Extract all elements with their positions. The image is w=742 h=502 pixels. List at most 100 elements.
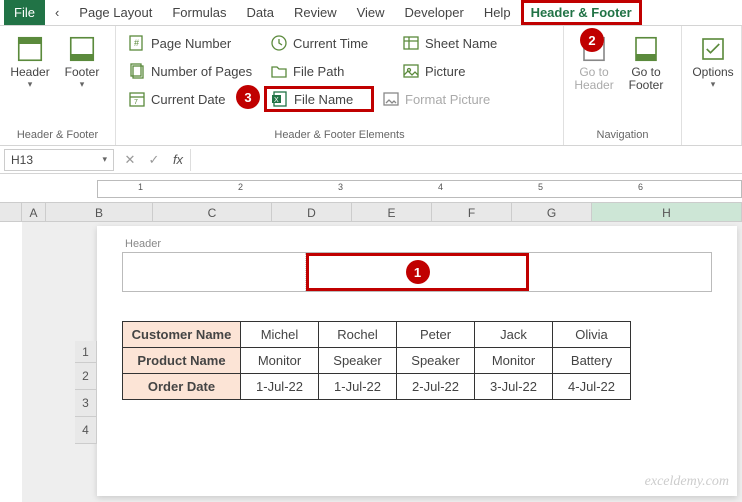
page-number-button[interactable]: # Page Number (122, 30, 262, 56)
name-box-value: H13 (11, 153, 33, 167)
table-cell[interactable]: 3-Jul-22 (475, 374, 553, 400)
options-button[interactable]: Options ▾ (688, 30, 738, 94)
page-number-icon: # (128, 34, 146, 52)
data-table: Customer Name Michel Rochel Peter Jack O… (122, 321, 631, 400)
tab-review[interactable]: Review (284, 0, 347, 25)
table-cell[interactable]: Michel (241, 322, 319, 348)
header-center-segment[interactable]: 1 (306, 253, 530, 291)
row-label[interactable]: Customer Name (123, 322, 241, 348)
table-cell[interactable]: Rochel (319, 322, 397, 348)
current-time-button[interactable]: Current Time (264, 30, 394, 56)
svg-text:7: 7 (134, 99, 138, 106)
cancel-icon: ✕ (118, 149, 142, 171)
name-box[interactable]: H13 ▾ (4, 149, 114, 171)
header-right-segment[interactable] (529, 253, 711, 291)
table-cell[interactable]: Speaker (319, 348, 397, 374)
format-picture-icon (382, 90, 400, 108)
table-cell[interactable]: 4-Jul-22 (553, 374, 631, 400)
tab-scroll-left[interactable]: ‹ (45, 0, 69, 25)
tab-file[interactable]: File (4, 0, 45, 25)
page-layout-area: 1 2 3 4 Header 1 Customer Name Michel Ro… (22, 222, 742, 502)
picture-button[interactable]: Picture (396, 58, 516, 84)
file-name-button[interactable]: X File Name (264, 86, 374, 112)
ribbon-tabs: File ‹ Page Layout Formulas Data Review … (0, 0, 742, 26)
format-picture-label: Format Picture (405, 92, 490, 107)
picture-icon (402, 62, 420, 80)
tab-view[interactable]: View (347, 0, 395, 25)
table-cell[interactable]: Jack (475, 322, 553, 348)
col-header[interactable]: H (592, 203, 742, 221)
tab-developer[interactable]: Developer (395, 0, 474, 25)
step-1-badge: 1 (406, 260, 430, 284)
sheet-name-button[interactable]: Sheet Name (396, 30, 516, 56)
table-cell[interactable]: Monitor (475, 348, 553, 374)
tab-formulas[interactable]: Formulas (162, 0, 236, 25)
group-label-elements: Header & Footer Elements (122, 127, 557, 143)
formula-bar[interactable] (190, 149, 742, 171)
watermark: exceldemy.com (645, 474, 729, 490)
fx-icon[interactable]: fx (166, 149, 190, 171)
group-label-nav: Navigation (570, 127, 675, 143)
header-left-segment[interactable] (123, 253, 306, 291)
goto-header-label: Go to Header (574, 66, 613, 92)
row-header[interactable]: 4 (75, 417, 97, 444)
group-label-options (688, 139, 735, 143)
table-cell[interactable]: Monitor (241, 348, 319, 374)
file-path-button[interactable]: File Path (264, 58, 394, 84)
row-header[interactable]: 1 (75, 341, 97, 363)
current-time-label: Current Time (293, 36, 368, 51)
chevron-down-icon: ▾ (28, 79, 33, 90)
tab-header-footer[interactable]: Header & Footer (521, 0, 642, 25)
ruler-tick: 5 (538, 182, 543, 192)
table-cell[interactable]: 1-Jul-22 (319, 374, 397, 400)
ruler-tick: 3 (338, 182, 343, 192)
group-header-footer: Header ▾ Footer ▾ Header & Footer (0, 26, 116, 145)
col-header[interactable]: G (512, 203, 592, 221)
table-cell[interactable]: Speaker (397, 348, 475, 374)
page-header-box[interactable]: 1 (122, 252, 712, 292)
horizontal-ruler: 1 2 3 4 5 6 (97, 180, 742, 198)
clock-icon (270, 34, 288, 52)
format-picture-button: Format Picture (376, 86, 511, 112)
step-3-badge: 3 (236, 85, 260, 109)
chevron-down-icon: ▾ (102, 154, 107, 165)
select-all-corner[interactable] (0, 203, 22, 221)
row-header[interactable]: 2 (75, 363, 97, 390)
ruler-tick: 2 (238, 182, 243, 192)
page-number-label: Page Number (151, 36, 231, 51)
col-header[interactable]: B (46, 203, 153, 221)
file-name-label: File Name (294, 92, 353, 107)
row-header[interactable]: 3 (75, 390, 97, 417)
tab-help[interactable]: Help (474, 0, 521, 25)
col-header[interactable]: D (272, 203, 352, 221)
number-of-pages-button[interactable]: Number of Pages (122, 58, 262, 84)
sheet-name-label: Sheet Name (425, 36, 497, 51)
folder-icon (270, 62, 288, 80)
ruler-tick: 6 (638, 182, 643, 192)
formula-bar-row: H13 ▾ ✕ ✓ fx (0, 146, 742, 174)
tab-page-layout[interactable]: Page Layout (69, 0, 162, 25)
header-button[interactable]: Header ▾ (6, 30, 54, 94)
svg-text:X: X (274, 97, 279, 104)
col-header[interactable]: C (153, 203, 272, 221)
current-date-label: Current Date (151, 92, 225, 107)
goto-footer-icon (631, 34, 661, 64)
chevron-down-icon: ▾ (711, 79, 716, 90)
col-header[interactable]: E (352, 203, 432, 221)
table-cell[interactable]: Battery (553, 348, 631, 374)
table-cell[interactable]: 2-Jul-22 (397, 374, 475, 400)
goto-footer-button[interactable]: Go to Footer (622, 30, 670, 96)
footer-button[interactable]: Footer ▾ (58, 30, 106, 94)
row-label[interactable]: Order Date (123, 374, 241, 400)
header-label: Header (10, 66, 49, 79)
table-cell[interactable]: Peter (397, 322, 475, 348)
table-cell[interactable]: Olivia (553, 322, 631, 348)
group-options: Options ▾ (682, 26, 742, 145)
ribbon: Header ▾ Footer ▾ Header & Footer # Page… (0, 26, 742, 146)
worksheet-area: 1 2 3 4 5 6 A B C D E F G H 1 2 3 4 Head… (0, 174, 742, 502)
col-header[interactable]: F (432, 203, 512, 221)
table-cell[interactable]: 1-Jul-22 (241, 374, 319, 400)
col-header[interactable]: A (22, 203, 46, 221)
row-label[interactable]: Product Name (123, 348, 241, 374)
tab-data[interactable]: Data (237, 0, 284, 25)
